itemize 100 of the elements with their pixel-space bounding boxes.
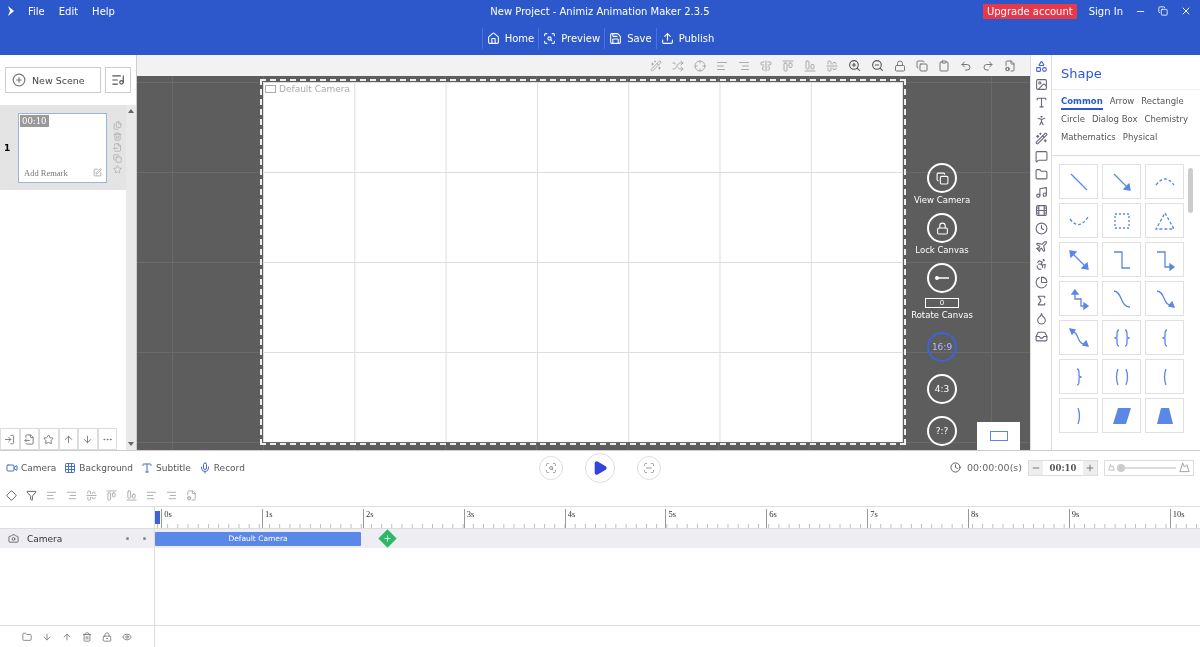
save-button[interactable]: Save [604,28,656,49]
category-tab[interactable]: Physical [1122,132,1158,146]
undo-icon[interactable] [960,59,972,72]
time-ruler[interactable]: 0s 1s 2s 3s 4s 5s 6s 7s 8s 9s 10s [155,507,1200,529]
aspect-ratio-button[interactable]: 4:3 [927,374,957,404]
add-remark-text[interactable]: Add Remark [24,167,68,178]
add-camera-button[interactable]: Camera [6,461,57,474]
image-icon[interactable] [1034,78,1048,91]
align-middle-icon[interactable] [760,59,772,72]
publish-button[interactable]: Publish [655,28,719,49]
scene-list-button[interactable] [105,67,131,93]
move-up-icon[interactable] [62,631,72,642]
shape-tile[interactable] [1145,281,1184,316]
lock-canvas-button[interactable] [927,213,957,243]
scrollbar[interactable] [126,105,136,450]
shift-right-icon[interactable] [166,489,177,501]
rotate-dial[interactable] [927,263,957,293]
category-tab[interactable]: Common [1061,96,1103,110]
shape-tile[interactable] [1059,203,1098,238]
filter-icon[interactable] [26,489,37,501]
sign-in-link[interactable]: Sign In [1088,5,1123,17]
edit-icon[interactable] [93,168,102,177]
category-tab[interactable]: Rectangle [1141,96,1184,110]
shape-tile[interactable] [1102,359,1141,394]
shape-tile[interactable] [1102,164,1141,199]
keyframe-icon[interactable] [6,489,17,501]
scrollbar-thumb[interactable] [1188,168,1193,213]
play-scene-button[interactable] [637,455,661,480]
aspect-ratio-button[interactable]: 16:9 [927,332,957,362]
magic-wand-icon[interactable] [1034,132,1048,145]
import-button[interactable] [0,428,20,450]
add-record-button[interactable]: Record [198,461,245,474]
music-icon[interactable] [1034,186,1048,199]
speech-bubble-icon[interactable] [1034,150,1048,163]
duplicate-icon[interactable] [113,154,122,163]
shape-tile[interactable] [1059,242,1098,277]
eye-icon[interactable] [122,631,132,642]
text-icon[interactable] [1034,96,1048,109]
category-tab[interactable]: Dialog Box [1091,114,1138,128]
shape-tile[interactable] [1102,281,1141,316]
close-button[interactable] [1180,5,1192,17]
shift-left-icon[interactable] [146,489,157,501]
copy-icon[interactable] [916,59,928,72]
more-button[interactable] [97,428,117,450]
magic-wand-icon[interactable] [650,59,662,72]
category-tab[interactable]: Chemistry [1144,114,1188,128]
aspect-ratio-button[interactable]: ?:? [927,416,957,446]
align-right-icon[interactable] [66,489,77,501]
move-up-button[interactable] [58,428,78,450]
align-bottom-icon[interactable] [804,59,816,72]
delete-icon[interactable] [113,132,122,141]
clock-icon[interactable] [1034,222,1048,235]
shape-tile[interactable] [1102,398,1141,433]
distribute-icon[interactable] [126,489,137,501]
shape-tile[interactable] [1145,398,1184,433]
category-tab[interactable]: Circle [1061,114,1085,128]
menu-item[interactable]: File [28,5,45,17]
shape-tile[interactable] [1059,281,1098,316]
align-start-icon[interactable] [106,489,117,501]
redo-icon[interactable] [982,59,994,72]
align-right-icon[interactable] [738,59,750,72]
shape-tile[interactable] [1145,164,1184,199]
paste-icon[interactable] [938,59,950,72]
align-top-icon[interactable] [782,59,794,72]
pie-chart-icon[interactable] [1034,276,1048,289]
shape-tile[interactable] [1102,242,1141,277]
zoom-slider[interactable] [1104,459,1194,476]
export-button[interactable] [19,428,39,450]
upgrade-account-link[interactable]: Upgrade account [982,3,1077,19]
shape-tile[interactable] [1145,242,1184,277]
menu-item[interactable]: Help [92,5,115,17]
star-icon[interactable] [113,165,122,174]
move-down-icon[interactable] [42,631,52,642]
home-button[interactable]: Home [481,28,539,49]
align-center-icon[interactable] [86,489,97,501]
scene-thumbnail[interactable]: 00:10 Add Remark [18,112,107,183]
view-camera-button[interactable] [927,163,957,193]
play-button[interactable] [585,452,615,483]
slider-thumb[interactable] [1116,463,1125,472]
menu-item[interactable]: Edit [58,5,79,17]
category-tab[interactable]: Arrow [1109,96,1135,110]
preview-button[interactable]: Preview [538,28,605,49]
shapes-icon[interactable] [1034,60,1048,73]
shuffle-icon[interactable] [672,59,684,72]
shape-tile[interactable] [1145,320,1184,355]
shape-tile[interactable] [1059,398,1098,433]
add-background-button[interactable]: Background [64,461,134,474]
film-icon[interactable] [1034,204,1048,217]
track-header[interactable]: Camera [0,529,154,548]
crosshair-icon[interactable] [694,59,706,72]
align-center-icon[interactable] [826,59,838,72]
shape-tile[interactable] [1102,203,1141,238]
lock-icon[interactable] [102,631,112,642]
export-icon[interactable] [113,143,122,152]
folder-icon[interactable] [22,631,32,642]
shape-tile[interactable] [1102,320,1141,355]
scene-row[interactable]: 1 00:10 Add Remark [0,105,126,190]
zoom-out-icon[interactable] [871,59,884,72]
airplane-icon[interactable] [1034,240,1048,253]
shape-tile[interactable] [1145,359,1184,394]
